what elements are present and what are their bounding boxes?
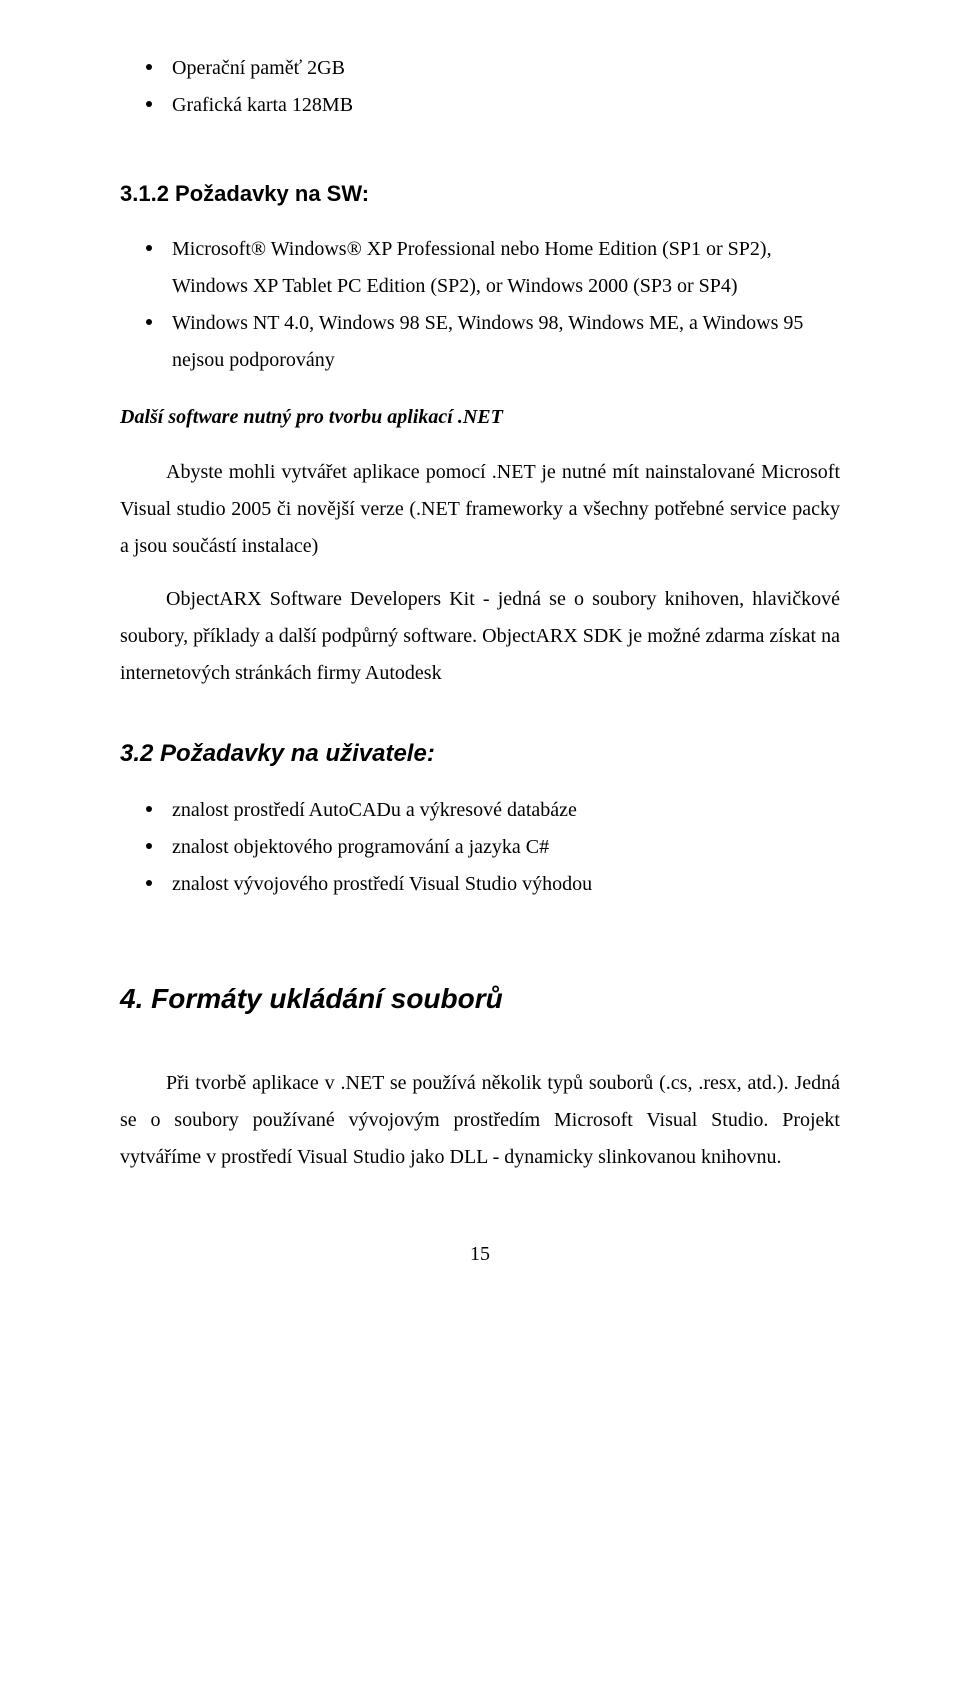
- list-item-text: znalost prostředí AutoCADu a výkresové d…: [172, 799, 577, 821]
- list-item: znalost objektového programování a jazyk…: [120, 829, 840, 866]
- list-item-text: znalost vývojového prostředí Visual Stud…: [172, 873, 592, 895]
- paragraph: Abyste mohli vytvářet aplikace pomocí .N…: [120, 454, 840, 565]
- list-item: Operační paměť 2GB: [120, 50, 840, 87]
- list-item-text: Windows NT 4.0, Windows 98 SE, Windows 9…: [172, 312, 803, 371]
- page-number: 15: [120, 1236, 840, 1273]
- list-item: Grafická karta 128MB: [120, 87, 840, 124]
- paragraph: ObjectARX Software Developers Kit - jedn…: [120, 581, 840, 692]
- list-item: Microsoft® Windows® XP Professional nebo…: [120, 231, 840, 305]
- list-item-text: Operační paměť 2GB: [172, 57, 345, 79]
- list-item-text: Microsoft® Windows® XP Professional nebo…: [172, 238, 772, 297]
- user-bullet-list: znalost prostředí AutoCADu a výkresové d…: [120, 792, 840, 903]
- sw-bullet-list: Microsoft® Windows® XP Professional nebo…: [120, 231, 840, 379]
- heading-3-1-2: 3.1.2 Požadavky na SW:: [120, 174, 840, 215]
- list-item: Windows NT 4.0, Windows 98 SE, Windows 9…: [120, 305, 840, 379]
- top-bullet-list: Operační paměť 2GB Grafická karta 128MB: [120, 50, 840, 124]
- list-item: znalost vývojového prostředí Visual Stud…: [120, 866, 840, 903]
- list-item-text: Grafická karta 128MB: [172, 94, 353, 116]
- list-item-text: znalost objektového programování a jazyk…: [172, 836, 549, 858]
- subheading-italic: Další software nutný pro tvorbu aplikací…: [120, 399, 840, 436]
- paragraph: Při tvorbě aplikace v .NET se používá ně…: [120, 1065, 840, 1176]
- heading-3-2: 3.2 Požadavky na uživatele:: [120, 732, 840, 776]
- document-page: Operační paměť 2GB Grafická karta 128MB …: [0, 0, 960, 1333]
- list-item: znalost prostředí AutoCADu a výkresové d…: [120, 792, 840, 829]
- heading-4: 4. Formáty ukládání souborů: [120, 973, 840, 1025]
